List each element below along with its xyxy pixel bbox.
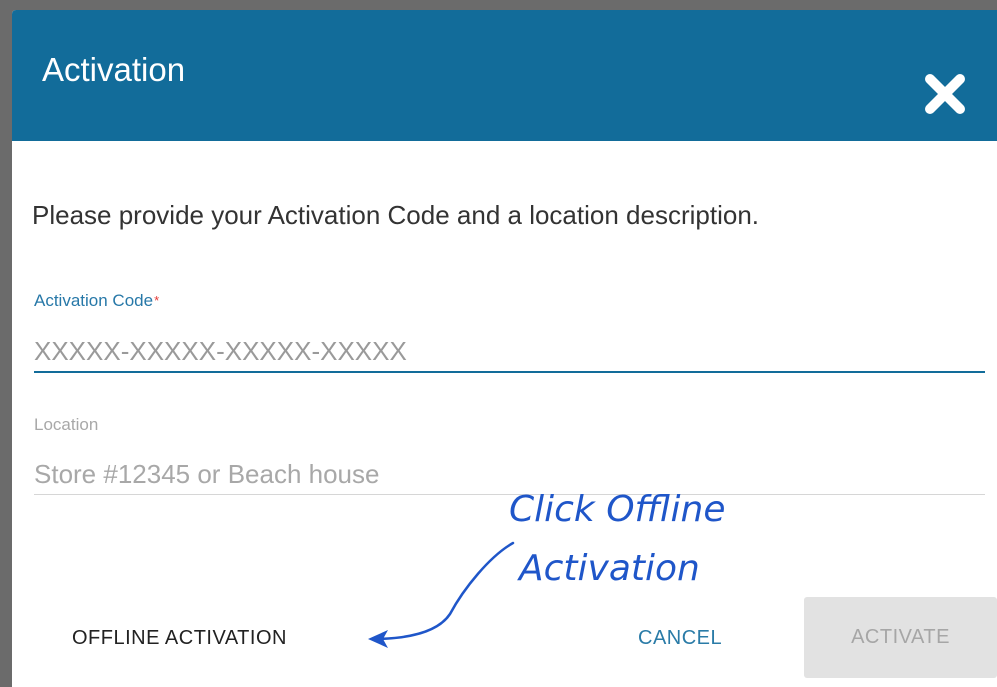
close-icon xyxy=(925,74,965,114)
dialog-header: Activation xyxy=(12,10,997,141)
activation-code-label-text: Activation Code xyxy=(34,291,154,310)
activation-code-label: Activation Code* xyxy=(34,291,159,311)
dialog-title: Activation xyxy=(42,51,186,88)
activate-button[interactable]: ACTIVATE xyxy=(804,597,997,678)
cancel-button[interactable]: CANCEL xyxy=(638,624,722,652)
required-marker: * xyxy=(154,293,160,308)
annotation-line-2: Activation xyxy=(519,548,700,589)
location-label: Location xyxy=(34,415,99,434)
activation-code-input[interactable] xyxy=(34,331,985,373)
offline-activation-button[interactable]: OFFLINE ACTIVATION xyxy=(72,624,287,652)
close-button[interactable] xyxy=(920,69,970,119)
annotation-line-1: Click Offline xyxy=(509,489,726,530)
activation-dialog: Activation Please provide your Activatio… xyxy=(12,10,997,687)
instructions-text: Please provide your Activation Code and … xyxy=(32,200,759,230)
